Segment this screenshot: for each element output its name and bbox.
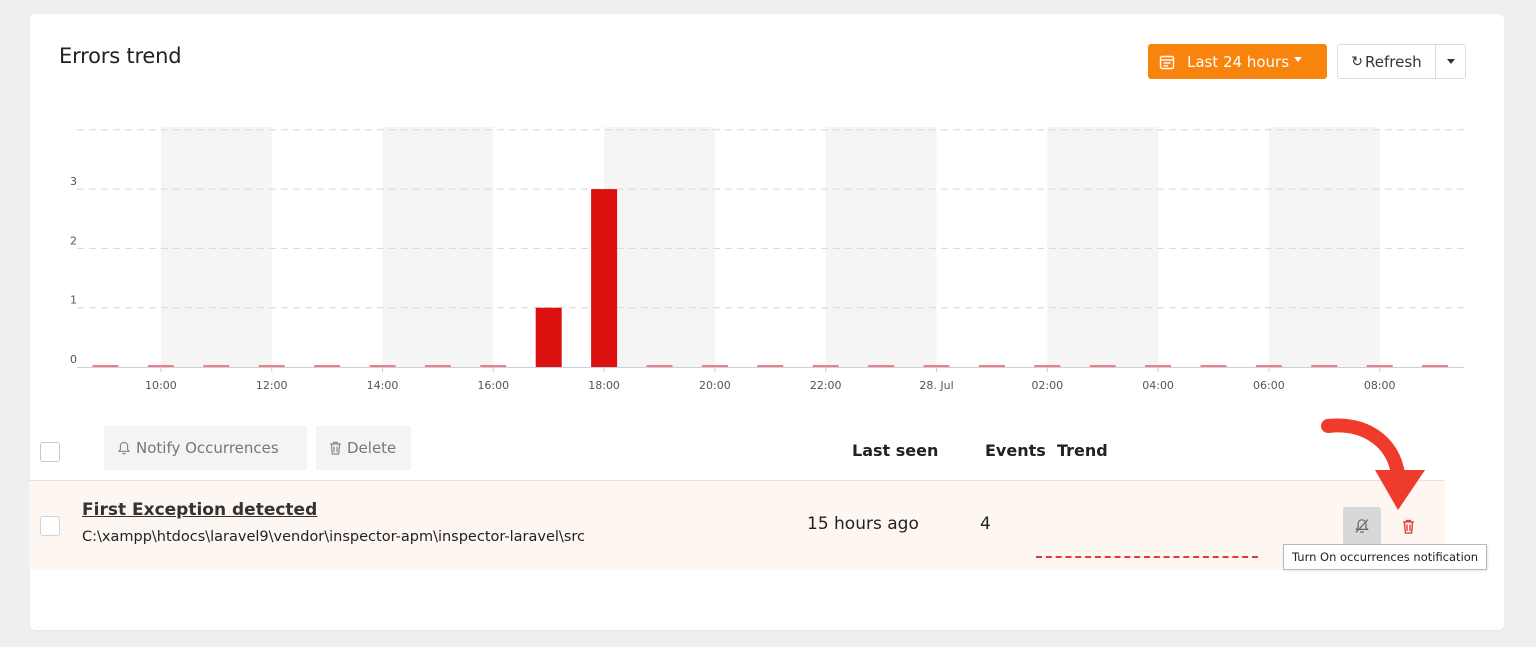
bell-icon (117, 441, 131, 455)
chart-bar (424, 365, 451, 367)
column-last-seen[interactable]: Last seen (852, 441, 938, 460)
chart-bar (812, 365, 839, 367)
chart-band (1268, 127, 1380, 367)
chart-y-tick-label: 1 (70, 294, 77, 307)
column-events[interactable]: Events (985, 441, 1046, 460)
chart-bar (92, 365, 119, 367)
annotation-arrow-icon (1321, 418, 1425, 510)
chart-bar (314, 365, 341, 367)
notification-tooltip: Turn On occurrences notification (1283, 544, 1488, 570)
chart-bar (1034, 365, 1061, 367)
chart-bar (535, 307, 562, 367)
chart-y-tick-label: 2 (70, 234, 77, 247)
chart-bar (868, 365, 895, 367)
error-path: C:\xampp\htdocs\laravel9\vendor\inspecto… (82, 529, 585, 545)
error-title-link[interactable]: First Exception detected (82, 500, 317, 520)
chart-bar (147, 365, 174, 367)
chart-bar (701, 365, 728, 367)
trash-icon (330, 441, 341, 455)
chart-band (604, 127, 715, 367)
select-all-checkbox[interactable] (40, 442, 60, 462)
chart-x-tick-label: 08:00 (1364, 379, 1396, 392)
chart-y-tick-label: 3 (70, 175, 77, 188)
chart-bar (757, 365, 784, 367)
chart-x-tick-label: 12:00 (256, 379, 288, 392)
chart-y-tick-label: 0 (70, 353, 77, 366)
row-checkbox[interactable] (40, 516, 60, 536)
chart-x-tick-label: 16:00 (477, 379, 509, 392)
chart-band (825, 127, 937, 367)
chart-bar (591, 189, 618, 367)
chart-bar (369, 365, 396, 367)
chart-x-tick-label: 18:00 (588, 379, 620, 392)
chart-bar (923, 365, 950, 367)
chart-bar (1145, 365, 1172, 367)
column-trend: Trend (1057, 441, 1108, 460)
chart-x-tick-label: 10:00 (145, 379, 177, 392)
errors-trend-chart: 0 1 2 3 10:00 12:00 14:00 16:00 18:00 20:00 22:00 2… (70, 127, 1464, 392)
chart-bar (1255, 365, 1282, 367)
chart-x-tick-label: 04:00 (1142, 379, 1174, 392)
chart-bar (258, 365, 285, 367)
trend-sparkline (1036, 556, 1258, 558)
chart-band (1047, 127, 1159, 367)
notify-occurrences-button[interactable]: Notify Occurrences (104, 426, 307, 470)
chart-x-tick-label: 28. Jul (919, 379, 953, 392)
notify-occurrences-label: Notify Occurrences (136, 439, 279, 457)
chart-x-tick-label: 02:00 (1031, 379, 1063, 392)
chart-band (382, 127, 494, 367)
bulk-delete-button[interactable]: Delete (316, 426, 411, 470)
chart-bar (978, 365, 1005, 367)
events-count: 4 (980, 514, 991, 534)
chart-bar (1422, 365, 1449, 367)
chart-bar (203, 365, 230, 367)
chart-x-tick-label: 20:00 (699, 379, 731, 392)
chart-bar (1311, 365, 1338, 367)
chart-bar (1200, 365, 1227, 367)
chart-bar (1366, 365, 1393, 367)
chart-bar (1089, 365, 1116, 367)
chart-bar (480, 365, 507, 367)
chart-x-tick-label: 14:00 (367, 379, 399, 392)
chart-x-tick-label: 22:00 (810, 379, 842, 392)
last-seen-value: 15 hours ago (807, 514, 919, 534)
chart-band (160, 127, 272, 367)
chart-bar (646, 365, 673, 367)
delete-label: Delete (347, 439, 397, 457)
chart-x-tick-label: 06:00 (1253, 379, 1285, 392)
